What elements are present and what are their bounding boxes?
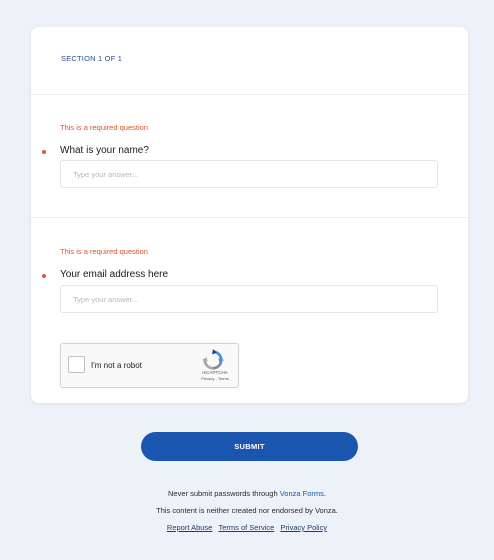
section-label: SECTION 1 OF 1: [61, 54, 123, 63]
required-bullet: [42, 150, 46, 154]
required-bullet: [42, 274, 46, 278]
recaptcha-label: I'm not a robot: [91, 361, 142, 370]
email-input[interactable]: [60, 285, 438, 313]
password-warning: Never submit passwords through Vonza For…: [0, 489, 494, 498]
email-error-message: This is a required question: [60, 247, 148, 256]
recaptcha-links[interactable]: Privacy - Terms: [196, 376, 234, 381]
vonza-forms-link[interactable]: Vonza Forms: [280, 489, 324, 498]
recaptcha-widget: I'm not a robot reCAPTCHA Privacy - Term…: [60, 343, 239, 388]
report-abuse-link[interactable]: Report Abuse: [167, 523, 212, 532]
password-warning-suffix: .: [323, 489, 326, 498]
divider: [31, 217, 468, 218]
recaptcha-checkbox[interactable]: [68, 356, 85, 373]
form-card: SECTION 1 OF 1 This is a required questi…: [31, 27, 468, 403]
name-question-title: What is your name?: [60, 145, 149, 156]
privacy-policy-link[interactable]: Privacy Policy: [280, 523, 327, 532]
name-input[interactable]: [60, 160, 438, 188]
disclaimer-text: This content is neither created nor endo…: [156, 506, 338, 515]
recaptcha-brand: reCAPTCHA: [202, 370, 228, 375]
name-error-message: This is a required question: [60, 123, 148, 132]
divider: [31, 94, 468, 95]
recaptcha-logo-icon: [202, 349, 224, 370]
terms-of-service-link[interactable]: Terms of Service: [218, 523, 274, 532]
submit-button[interactable]: SUBMIT: [141, 432, 358, 461]
footer-links: Report Abuse Terms of Service Privacy Po…: [0, 523, 494, 532]
email-question-title: Your email address here: [60, 269, 169, 280]
password-warning-text: Never submit passwords through: [168, 489, 280, 498]
